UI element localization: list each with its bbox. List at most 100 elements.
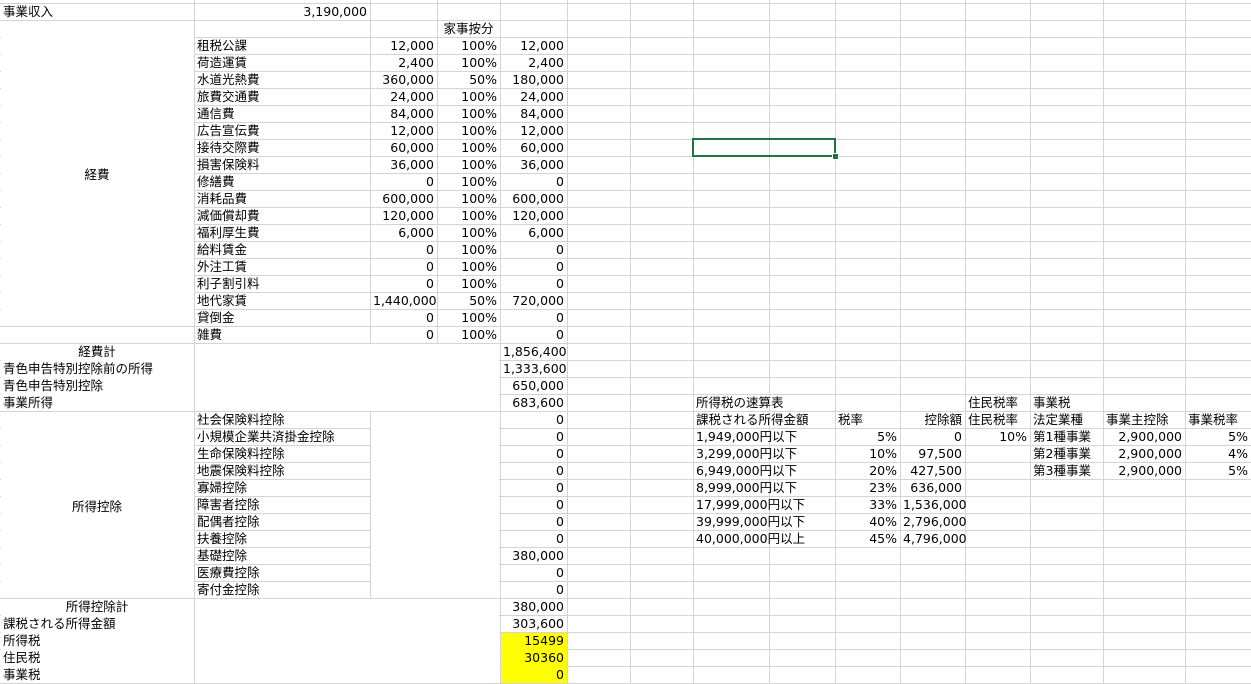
summary2-label[interactable]: 所得税 [3,632,191,649]
expense-name[interactable]: 雑費 [197,326,367,343]
business-tax-deduction[interactable]: 2,900,000 [1106,462,1182,479]
business-tax-type[interactable]: 第1種事業 [1033,428,1100,445]
summary2-value[interactable]: 30360 [503,649,564,666]
summary2-label[interactable]: 住民税 [3,649,191,666]
expense-name[interactable]: 広告宣伝費 [197,122,367,139]
deduction-value[interactable]: 380,000 [503,547,564,564]
expense-amount[interactable]: 12,000 [373,37,434,54]
quick-table-deduction[interactable]: 427,500 [903,462,962,479]
expense-amount[interactable]: 0 [373,241,434,258]
expense-result[interactable]: 0 [503,326,564,343]
fill-handle[interactable] [832,153,839,160]
quick-table-rate[interactable]: 23% [838,479,897,496]
expense-ratio[interactable]: 100% [440,224,497,241]
expense-name[interactable]: 福利厚生費 [197,224,367,241]
expense-name[interactable]: 地代家賃 [197,292,367,309]
expense-result[interactable]: 120,000 [503,207,564,224]
summary-label[interactable]: 事業所得 [3,394,191,411]
expense-amount[interactable]: 0 [373,258,434,275]
quick-table-deduction[interactable]: 0 [903,428,962,445]
deduction-name[interactable]: 社会保険料控除 [197,411,434,428]
expense-name[interactable]: 外注工賃 [197,258,367,275]
expense-amount[interactable]: 36,000 [373,156,434,173]
quick-table-bracket[interactable]: 8,999,000円以下 [696,479,832,496]
expense-result[interactable]: 0 [503,275,564,292]
quick-table-rate[interactable]: 10% [838,445,897,462]
expense-ratio[interactable]: 100% [440,156,497,173]
income-value[interactable]: 3,190,000 [197,3,367,20]
expense-ratio[interactable]: 100% [440,173,497,190]
expense-ratio[interactable]: 100% [440,122,497,139]
expense-amount[interactable]: 6,000 [373,224,434,241]
expense-amount[interactable]: 120,000 [373,207,434,224]
deduction-name[interactable]: 配偶者控除 [197,513,434,530]
quick-table-deduction[interactable]: 636,000 [903,479,962,496]
expense-result[interactable]: 0 [503,258,564,275]
expense-amount[interactable]: 360,000 [373,71,434,88]
summary-label[interactable]: 青色申告特別控除前の所得 [3,360,191,377]
expense-amount[interactable]: 60,000 [373,139,434,156]
resident-tax-title[interactable]: 住民税率 [968,394,1027,411]
summary2-label[interactable]: 所得控除計 [3,598,191,615]
expense-result[interactable]: 0 [503,173,564,190]
expense-ratio[interactable]: 100% [440,309,497,326]
summary-label[interactable]: 青色申告特別控除 [3,377,191,394]
expense-result[interactable]: 600,000 [503,190,564,207]
expense-name[interactable]: 接待交際費 [197,139,367,156]
deduction-name[interactable]: 小規模企業共済掛金控除 [197,428,434,445]
deduction-name[interactable]: 基礎控除 [197,547,434,564]
expense-amount[interactable]: 24,000 [373,88,434,105]
deduction-value[interactable]: 0 [503,581,564,598]
expense-amount[interactable]: 1,440,000 [373,292,437,309]
quick-table-rate[interactable]: 33% [838,496,897,513]
expense-amount[interactable]: 0 [373,326,434,343]
expense-ratio[interactable]: 50% [440,292,497,309]
quick-table-rate[interactable]: 45% [838,530,897,547]
expense-name[interactable]: 損害保険料 [197,156,367,173]
summary2-value[interactable]: 0 [503,666,564,683]
quick-table-deduction[interactable]: 1,536,000 [903,496,967,513]
quick-table-deduction[interactable]: 4,796,000 [903,530,967,547]
expense-name[interactable]: 消耗品費 [197,190,367,207]
summary2-value[interactable]: 15499 [503,632,564,649]
deduction-name[interactable]: 寄付金控除 [197,581,434,598]
expense-result[interactable]: 2,400 [503,54,564,71]
deduction-name[interactable]: 寡婦控除 [197,479,434,496]
business-tax-type[interactable]: 第2種事業 [1033,445,1100,462]
business-tax-title[interactable]: 事業税 [1033,394,1100,411]
kaji-header[interactable]: 家事按分 [440,20,497,37]
quick-table-rate[interactable]: 20% [838,462,897,479]
summary-value[interactable]: 1,333,600 [503,360,567,377]
summary2-label[interactable]: 事業税 [3,666,191,683]
business-tax-header[interactable]: 事業税率 [1188,411,1248,428]
deduction-value[interactable]: 0 [503,496,564,513]
expense-result[interactable]: 180,000 [503,71,564,88]
deduction-value[interactable]: 0 [503,411,564,428]
expense-amount[interactable]: 0 [373,173,434,190]
expense-name[interactable]: 荷造運賃 [197,54,367,71]
expense-ratio[interactable]: 100% [440,88,497,105]
summary-value[interactable]: 1,856,400 [503,343,567,360]
expense-name[interactable]: 減価償却費 [197,207,367,224]
expense-name[interactable]: 通信費 [197,105,367,122]
expense-result[interactable]: 60,000 [503,139,564,156]
deduction-name[interactable]: 障害者控除 [197,496,434,513]
expense-result[interactable]: 720,000 [503,292,564,309]
deduction-value[interactable]: 0 [503,462,564,479]
deduction-name[interactable]: 扶養控除 [197,530,434,547]
summary2-value[interactable]: 303,600 [503,615,564,632]
resident-tax-value[interactable]: 10% [968,428,1027,445]
expense-ratio[interactable]: 100% [440,258,497,275]
expense-ratio[interactable]: 100% [440,275,497,292]
expense-ratio[interactable]: 100% [440,241,497,258]
business-tax-rate[interactable]: 4% [1188,445,1248,462]
quick-table-header[interactable]: 税率 [838,411,897,428]
summary-value[interactable]: 683,600 [503,394,564,411]
summary-label[interactable]: 経費計 [3,343,191,360]
business-tax-header[interactable]: 法定業種 [1033,411,1100,428]
deduction-value[interactable]: 0 [503,530,564,547]
quick-table-bracket[interactable]: 40,000,000円以上 [696,530,832,547]
business-tax-deduction[interactable]: 2,900,000 [1106,445,1182,462]
quick-table-rate[interactable]: 40% [838,513,897,530]
quick-table-bracket[interactable]: 3,299,000円以下 [696,445,832,462]
